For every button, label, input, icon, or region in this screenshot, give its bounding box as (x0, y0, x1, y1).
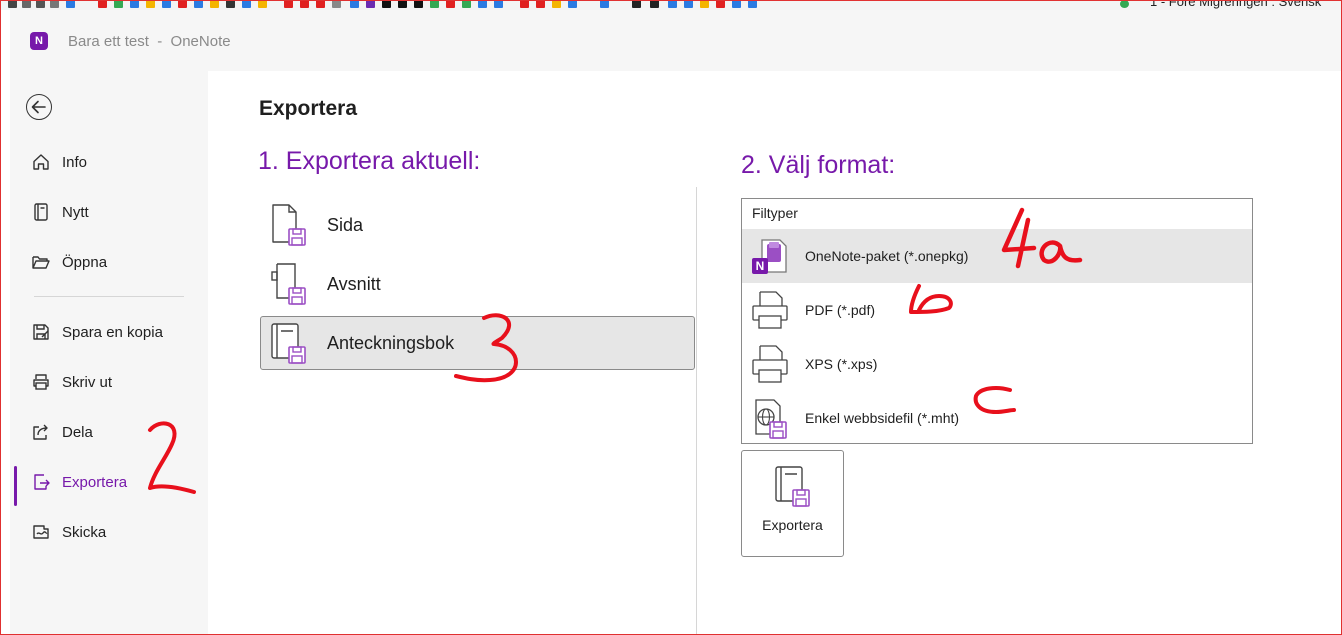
scope-label: Avsnitt (327, 273, 381, 294)
window-title: Bara ett test - OneNote (68, 33, 231, 50)
scope-label: Sida (327, 214, 364, 235)
step1-title: 1. Exportera aktuell: (258, 147, 481, 175)
export-button[interactable]: Exportera (741, 450, 844, 557)
step2-title: 2. Välj format: (741, 151, 896, 179)
send-icon (30, 521, 52, 543)
nav-item-label: Info (62, 153, 88, 171)
pdf-printer-icon (750, 288, 790, 332)
format-label: XPS (*.xps) (805, 356, 878, 372)
page-title: Exportera (259, 97, 358, 120)
backstage-nav: Info Nytt Öppna Spara en kopia Skriv ut … (10, 71, 208, 635)
format-item-onepkg[interactable]: N OneNote-paket (*.onepkg) (742, 229, 1252, 283)
format-item-xps[interactable]: XPS (*.xps) (742, 337, 1252, 391)
nav-item-send[interactable]: Skicka (14, 512, 204, 552)
scope-item-section[interactable]: Avsnitt (260, 257, 695, 311)
onenote-window: N Bara ett test - OneNote Info Nytt Öppn… (10, 10, 1342, 635)
format-label: PDF (*.pdf) (805, 302, 876, 318)
format-item-mht[interactable]: Enkel webbsidefil (*.mht) (742, 391, 1252, 445)
onenote-package-icon: N (750, 234, 790, 278)
format-label: OneNote-paket (*.onepkg) (805, 248, 969, 264)
nav-item-label: Öppna (62, 253, 108, 271)
nav-item-label: Nytt (62, 203, 89, 221)
notebook-export-icon (269, 321, 309, 365)
nav-item-label: Exportera (62, 473, 128, 491)
export-panel: Exportera 1. Exportera aktuell: Sida Avs… (208, 71, 1342, 635)
section-export-icon (269, 262, 309, 306)
nav-item-save-copy[interactable]: Spara en kopia (14, 312, 204, 352)
nav-item-new[interactable]: Nytt (14, 192, 204, 232)
page-export-icon (269, 203, 309, 247)
format-label: Enkel webbsidefil (*.mht) (805, 410, 960, 426)
format-list: Filtyper N OneNote-paket (*.onepkg) PDF … (741, 198, 1253, 444)
nav-item-print[interactable]: Skriv ut (14, 362, 204, 402)
svg-text:N: N (756, 259, 765, 273)
web-page-icon (750, 396, 790, 440)
nav-separator (34, 296, 184, 297)
nav-item-share[interactable]: Dela (14, 412, 204, 452)
back-arrow-icon[interactable] (26, 94, 52, 120)
nav-item-info[interactable]: Info (14, 142, 204, 182)
background-tab-title[interactable]: 1 - Före Migreringen : Svensk (1150, 0, 1321, 9)
scope-item-notebook[interactable]: Anteckningsbok (260, 316, 695, 370)
nav-item-label: Dela (62, 423, 93, 441)
nav-item-open[interactable]: Öppna (14, 242, 204, 282)
save-copy-icon (30, 321, 52, 343)
scope-label: Anteckningsbok (327, 332, 455, 353)
folder-open-icon (30, 251, 52, 273)
onenote-icon: N (30, 32, 51, 50)
nav-item-label: Skicka (62, 523, 107, 541)
format-list-header: Filtyper (752, 205, 798, 221)
background-browser-tab-strip: 1 - Före Migreringen : Svensk (0, 0, 1342, 10)
share-icon (30, 421, 52, 443)
notebook-export-icon (773, 464, 813, 508)
notebook-icon (30, 201, 52, 223)
export-icon (30, 471, 52, 493)
nav-item-export[interactable]: Exportera (14, 462, 204, 506)
title-bar: N Bara ett test - OneNote (10, 10, 1342, 71)
xps-printer-icon (750, 342, 790, 386)
column-divider (696, 187, 697, 635)
nav-item-label: Skriv ut (62, 373, 113, 391)
nav-item-label: Spara en kopia (62, 323, 163, 341)
format-item-pdf[interactable]: PDF (*.pdf) (742, 283, 1252, 337)
export-button-label: Exportera (762, 517, 823, 533)
scope-item-page[interactable]: Sida (260, 198, 695, 252)
printer-icon (30, 371, 52, 393)
home-icon (30, 151, 52, 173)
